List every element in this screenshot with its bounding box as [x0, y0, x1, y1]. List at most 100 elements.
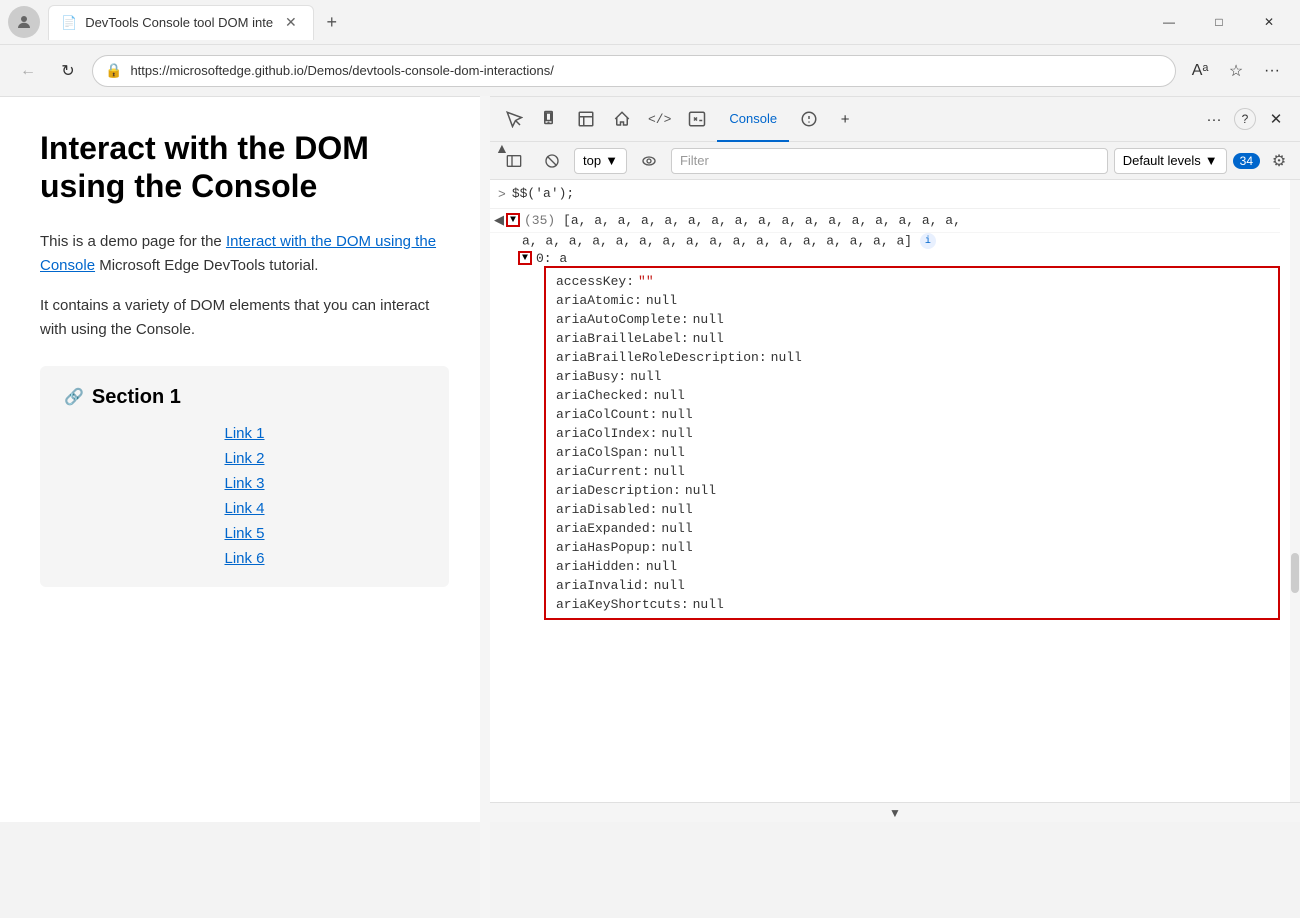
page-description-1: This is a demo page for the Interact wit… — [40, 230, 449, 278]
context-selector[interactable]: top ▼ — [574, 148, 627, 174]
section-1: 🔗 Section 1 Link 1 Link 2 Link 3 Link 4 Link… — [40, 366, 449, 587]
issues-button[interactable] — [793, 103, 825, 135]
back-button[interactable]: ← — [12, 55, 44, 87]
property-row: ariaHidden: null — [556, 557, 1268, 576]
prop-name: ariaDescription: — [556, 483, 681, 498]
prop-name: ariaHasPopup: — [556, 540, 657, 555]
read-aloud-button[interactable]: Aᵃ — [1184, 55, 1216, 87]
filter-input[interactable]: Filter — [671, 148, 1108, 174]
title-bar: 📄 DevTools Console tool DOM inte ✕ + — □… — [0, 0, 1300, 45]
maximize-button[interactable]: □ — [1196, 6, 1242, 38]
index-expand-button[interactable]: ▼ — [518, 251, 532, 265]
property-row: ariaChecked: null — [556, 386, 1268, 405]
more-tools-button[interactable]: ··· — [1198, 103, 1230, 135]
profile-icon[interactable] — [8, 6, 40, 38]
clear-console-button[interactable] — [536, 148, 568, 174]
console-tab-label: Console — [729, 111, 777, 126]
active-tab[interactable]: 📄 DevTools Console tool DOM inte ✕ — [48, 5, 314, 40]
new-tab-button[interactable]: + — [318, 8, 346, 36]
section-title-text: Section 1 — [92, 386, 181, 409]
console-scrollbar[interactable] — [1290, 180, 1300, 802]
properties-list: accessKey: ""ariaAtomic: nullariaAutoCom… — [544, 266, 1280, 620]
info-icon: i — [920, 233, 936, 249]
array-preview: (35) [a, a, a, a, a, a, a, a, a, a, a, a… — [524, 213, 961, 228]
tab-bar: 📄 DevTools Console tool DOM inte ✕ + — [48, 5, 1138, 40]
elements-panel-button[interactable] — [570, 103, 602, 135]
prop-value: null — [661, 426, 692, 441]
prop-name: ariaAutoComplete: — [556, 312, 689, 327]
page-link-5[interactable]: Link 5 — [224, 525, 264, 542]
property-row: ariaBrailleRoleDescription: null — [556, 348, 1268, 367]
page-link-2[interactable]: Link 2 — [224, 450, 264, 467]
refresh-button[interactable]: ↻ — [52, 55, 84, 87]
tab-title: DevTools Console tool DOM inte — [85, 15, 273, 30]
page-content: Interact with the DOM using the Console … — [0, 97, 490, 619]
more-options-button[interactable]: ··· — [1256, 55, 1288, 87]
array-expand-button[interactable]: ▼ — [506, 213, 520, 227]
main-area: Interact with the DOM using the Console … — [0, 97, 1300, 822]
console-scroll-down[interactable]: ▼ — [490, 802, 1300, 822]
prop-value: null — [654, 445, 685, 460]
scrollbar-thumb[interactable] — [1291, 553, 1299, 593]
property-row: ariaCurrent: null — [556, 462, 1268, 481]
prop-value: null — [654, 464, 685, 479]
page-link-1[interactable]: Link 1 — [224, 425, 264, 442]
prop-value: null — [661, 502, 692, 517]
page-link-3[interactable]: Link 3 — [224, 475, 264, 492]
nav-right-buttons: Aᵃ ☆ ··· — [1184, 55, 1288, 87]
context-arrow: ▼ — [605, 153, 618, 168]
prop-value: null — [654, 388, 685, 403]
prop-value: null — [630, 369, 661, 384]
prop-value: null — [771, 350, 802, 365]
prop-value: null — [693, 597, 724, 612]
prop-value: null — [693, 331, 724, 346]
prop-name: ariaInvalid: — [556, 578, 650, 593]
console-tab[interactable]: Console — [717, 97, 789, 142]
prop-name: ariaKeyShortcuts: — [556, 597, 689, 612]
devtools-panel: ▲ </> Console — [490, 97, 1300, 822]
tab-icon: 📄 — [61, 15, 77, 31]
prop-name: ariaBrailleLabel: — [556, 331, 689, 346]
console-area[interactable]: > $$('a'); ◀ ▼ (35) [a, a, a, a, a, a, a… — [490, 180, 1290, 802]
page-link-4[interactable]: Link 4 — [224, 500, 264, 517]
property-row: ariaColIndex: null — [556, 424, 1268, 443]
prop-value: null — [646, 559, 677, 574]
default-levels-selector[interactable]: Default levels ▼ — [1114, 148, 1227, 174]
prop-value: null — [661, 540, 692, 555]
close-button[interactable]: ✕ — [1246, 6, 1292, 38]
prop-name: ariaColIndex: — [556, 426, 657, 441]
property-row: accessKey: "" — [556, 272, 1268, 291]
prop-name: ariaBusy: — [556, 369, 626, 384]
minimize-button[interactable]: — — [1146, 6, 1192, 38]
lock-icon: 🔒 — [105, 62, 122, 79]
eye-button[interactable] — [633, 148, 665, 174]
home-button[interactable] — [606, 103, 638, 135]
array-left-arrow: ◀ — [494, 213, 504, 228]
device-toolbar-button[interactable] — [534, 103, 566, 135]
property-row: ariaHasPopup: null — [556, 538, 1268, 557]
levels-label: Default levels — [1123, 153, 1201, 168]
prop-value: null — [661, 521, 692, 536]
page-link-6[interactable]: Link 6 — [224, 550, 264, 567]
prop-name: ariaChecked: — [556, 388, 650, 403]
link-icon: 🔗 — [64, 387, 84, 407]
prop-name: ariaDisabled: — [556, 502, 657, 517]
prop-name: ariaCurrent: — [556, 464, 650, 479]
close-devtools-button[interactable]: ✕ — [1260, 103, 1292, 135]
description-text-after: Microsoft Edge DevTools tutorial. — [95, 257, 318, 274]
address-bar[interactable]: 🔒 https://microsoftedge.github.io/Demos/… — [92, 55, 1176, 87]
description-text-before: This is a demo page for the — [40, 233, 226, 250]
context-label: top — [583, 153, 601, 168]
help-button[interactable]: ? — [1234, 108, 1256, 130]
console-output-array-row: ◀ ▼ (35) [a, a, a, a, a, a, a, a, a, a, … — [490, 209, 1280, 233]
add-panel-button[interactable]: + — [829, 103, 861, 135]
favorites-button[interactable]: ☆ — [1220, 55, 1252, 87]
url-text: https://microsoftedge.github.io/Demos/de… — [130, 63, 1163, 78]
property-row: ariaDisabled: null — [556, 500, 1268, 519]
prop-name: ariaExpanded: — [556, 521, 657, 536]
inspect-element-button[interactable] — [498, 103, 530, 135]
property-row: ariaInvalid: null — [556, 576, 1268, 595]
source-code-button[interactable]: </> — [642, 103, 677, 135]
console-settings-button[interactable]: ⚙ — [1266, 148, 1292, 174]
tab-close-button[interactable]: ✕ — [281, 12, 301, 33]
